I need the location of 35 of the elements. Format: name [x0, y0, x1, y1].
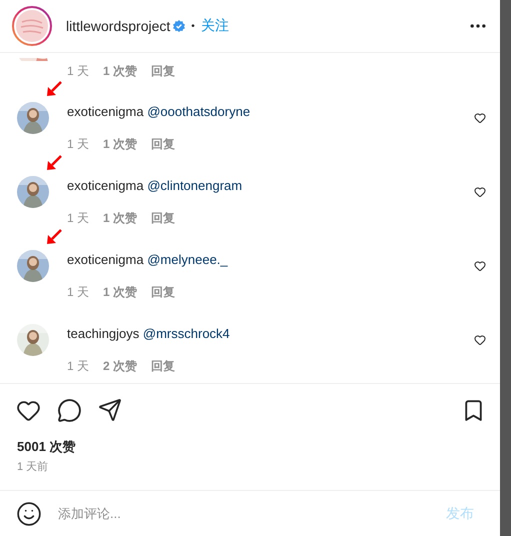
- reply-button[interactable]: 回复: [151, 136, 176, 152]
- like-count[interactable]: 1 次赞: [103, 136, 138, 152]
- comment-username[interactable]: exoticenigma: [67, 104, 144, 119]
- comment-icon[interactable]: [57, 398, 82, 422]
- comment-time: 1 天: [67, 358, 90, 374]
- separator-dot: •: [191, 20, 195, 32]
- reply-button[interactable]: 回复: [151, 358, 176, 374]
- like-count[interactable]: 1 次赞: [103, 210, 138, 226]
- reply-button[interactable]: 回复: [151, 284, 176, 300]
- mention-link[interactable]: @melyneee._: [147, 252, 228, 267]
- comment-time: 1 天: [67, 284, 90, 300]
- total-likes[interactable]: 5001 次赞: [0, 436, 500, 458]
- like-icon[interactable]: [474, 260, 486, 272]
- like-icon[interactable]: [474, 112, 486, 124]
- mention-link[interactable]: @clintonengram: [147, 178, 242, 193]
- post-time: 1 天前: [16, 460, 50, 475]
- like-count[interactable]: 1 次赞: [103, 62, 138, 80]
- emoji-icon[interactable]: [16, 500, 42, 526]
- mention-link[interactable]: @ooothatsdoryne: [147, 104, 250, 119]
- share-icon[interactable]: [98, 398, 122, 422]
- account-username[interactable]: littlewordsproject: [66, 18, 170, 34]
- comment-time: 1 天: [67, 210, 90, 226]
- like-icon[interactable]: [474, 186, 486, 198]
- comment-time: 1 天: [67, 136, 90, 152]
- comment-username[interactable]: teachingjoys: [67, 326, 140, 341]
- comment-time: 1 天: [67, 62, 90, 80]
- follow-link[interactable]: 关注: [200, 17, 229, 35]
- comment-username[interactable]: exoticenigma: [67, 252, 144, 267]
- like-count[interactable]: 2 次赞: [103, 358, 138, 374]
- reply-button[interactable]: 回复: [151, 210, 176, 226]
- comment-username[interactable]: exoticenigma: [67, 178, 144, 193]
- mention-link[interactable]: @mrsschrock4: [142, 326, 230, 341]
- reply-button[interactable]: 回复: [151, 62, 176, 80]
- like-icon[interactable]: [474, 334, 486, 346]
- like-count[interactable]: 1 次赞: [103, 284, 138, 300]
